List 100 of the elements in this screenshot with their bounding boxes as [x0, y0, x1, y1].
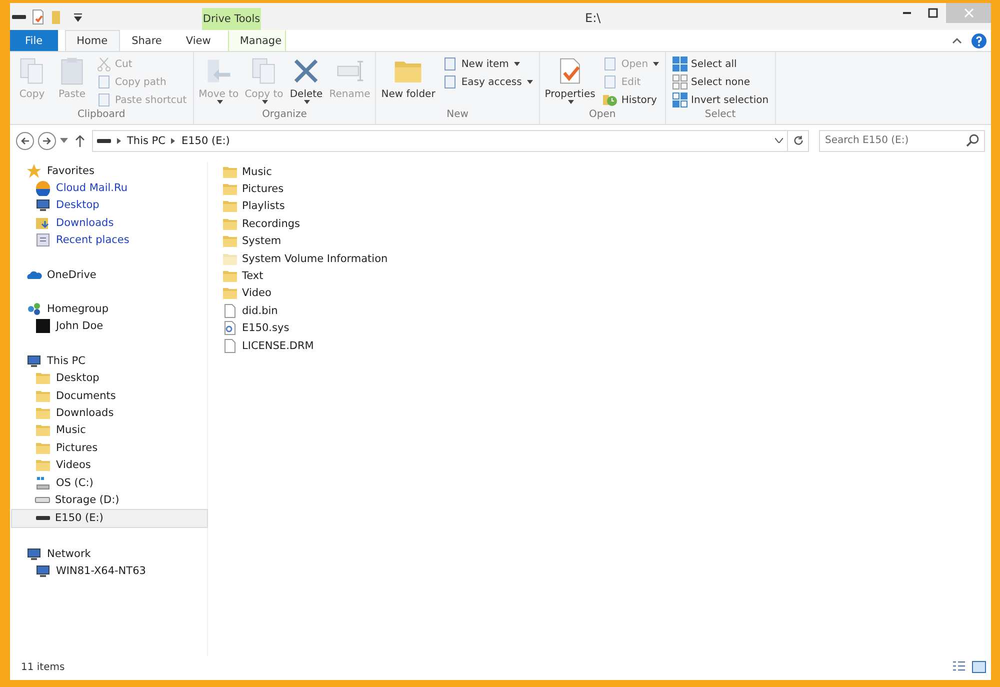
document-icon [602, 74, 618, 90]
nav-item[interactable]: Favorites [11, 162, 207, 180]
ribbon-tab[interactable]: File [10, 30, 58, 51]
star-icon [26, 162, 42, 179]
clock-folder-icon [602, 92, 618, 108]
nav-item[interactable]: Recent places [11, 232, 207, 249]
search-field[interactable]: Search E150 (E:) [819, 130, 985, 152]
breadcrumb[interactable]: This PC [127, 134, 166, 146]
refresh-icon [792, 135, 804, 146]
help-icon[interactable] [971, 32, 987, 48]
gear-file-icon [222, 320, 238, 336]
file-item[interactable]: Music [222, 163, 977, 180]
nav-item[interactable]: John Doe [11, 318, 207, 336]
caret-icon [653, 62, 660, 66]
document-icon [442, 74, 458, 90]
file-item[interactable]: did.bin [222, 302, 977, 320]
monitor-icon [26, 352, 42, 369]
grid-icon [672, 74, 688, 90]
address-bar[interactable]: This PC E150 (E:) [92, 130, 788, 152]
ribbon-button[interactable]: New item [439, 55, 536, 73]
nav-item[interactable]: Homegroup [11, 300, 207, 318]
drive-icon[interactable] [12, 14, 26, 18]
dropdown-caret-icon[interactable] [775, 138, 783, 143]
forward-button[interactable] [38, 132, 56, 150]
file-item[interactable]: Playlists [222, 198, 977, 216]
back-arrow-icon [20, 136, 30, 146]
file-icon [222, 302, 238, 319]
nav-item[interactable]: Downloads [11, 404, 207, 422]
document-icon [602, 56, 618, 72]
large-icons-view-icon[interactable] [971, 659, 987, 675]
nav-item[interactable]: OS (C:) [11, 474, 207, 492]
group-label: Select [704, 109, 737, 122]
caret-icon [514, 62, 520, 66]
ribbon-button[interactable]: Invert selection [669, 91, 772, 109]
nav-item[interactable]: Pictures [11, 439, 207, 456]
file-item[interactable]: Recordings [222, 215, 977, 233]
drive-icon [35, 496, 50, 503]
status-text: 11 items [21, 662, 65, 672]
maximize-icon [928, 8, 938, 18]
homegroup-icon [26, 301, 42, 318]
nav-item[interactable]: Network [11, 545, 207, 562]
drive-icon [36, 516, 50, 520]
file-item[interactable]: Pictures [222, 180, 977, 198]
ribbon-button[interactable]: History [599, 91, 662, 109]
globe-icon [35, 180, 51, 196]
up-arrow-icon[interactable] [75, 134, 85, 146]
file-icon [222, 338, 238, 354]
file-item[interactable]: LICENSE.DRM [222, 336, 977, 354]
ribbon-button[interactable]: Properties [542, 55, 598, 109]
ribbon-button[interactable]: Delete [287, 55, 326, 109]
nav-item[interactable]: This PC [11, 352, 207, 370]
document-icon [96, 74, 112, 90]
file-item[interactable]: System Volume Information [222, 250, 977, 268]
file-item[interactable]: E150.sys [222, 320, 977, 337]
nav-item[interactable]: Desktop [11, 370, 207, 387]
context-tab-header: Drive Tools [202, 8, 261, 30]
forward-arrow-icon [42, 136, 52, 146]
file-item[interactable]: Text [222, 267, 977, 285]
refresh-button[interactable] [787, 130, 809, 152]
minimize-icon [903, 12, 911, 14]
nav-item[interactable]: Desktop [11, 196, 207, 214]
ribbon-button[interactable]: Select all [669, 55, 772, 73]
recent-icon [35, 232, 51, 248]
ribbon-tab[interactable]: Home [64, 30, 120, 51]
file-item[interactable]: System [222, 232, 977, 250]
scissors-icon [96, 56, 112, 72]
ribbon-tab[interactable]: Manage [228, 30, 286, 51]
nav-item[interactable]: E150 (E:) [11, 508, 208, 528]
nav-item[interactable]: Cloud Mail.Ru [11, 179, 207, 197]
monitor-icon [26, 546, 42, 562]
window-title: E:\ [585, 11, 601, 25]
group-label: Open [588, 109, 617, 122]
breadcrumb[interactable]: E150 (E:) [181, 134, 230, 146]
caret-icon [262, 100, 268, 104]
ribbon-button[interactable]: New folder [379, 55, 438, 109]
recent-locations-caret-icon[interactable] [60, 138, 68, 143]
group-label: Clipboard [76, 109, 126, 122]
ribbon-tab[interactable]: Share [120, 30, 174, 51]
caret-icon [568, 100, 574, 104]
document-icon [96, 92, 112, 108]
ribbon-button[interactable]: Select none [669, 73, 772, 91]
ribbon-tab[interactable]: View [174, 30, 223, 51]
document-check-icon[interactable] [30, 8, 46, 24]
nav-item[interactable]: Music [11, 422, 207, 440]
monitor-icon [35, 563, 51, 580]
nav-item[interactable]: Documents [11, 386, 207, 404]
group-label: Organize [261, 109, 308, 122]
nav-item[interactable]: OneDrive [11, 266, 207, 284]
document-icon [442, 56, 458, 72]
nav-item[interactable]: Downloads [11, 214, 207, 232]
chevron-icon [117, 138, 121, 144]
back-button[interactable] [16, 132, 34, 150]
ribbon-button[interactable]: Easy access [439, 73, 536, 91]
file-item[interactable]: Video [222, 284, 977, 302]
nav-item[interactable]: Storage (D:) [11, 491, 207, 509]
drive-icon [35, 474, 51, 491]
nav-item[interactable]: WIN81-X64-NT63 [11, 562, 207, 580]
monitor-icon [35, 197, 51, 214]
chevron-icon [171, 138, 176, 144]
nav-item[interactable]: Videos [11, 456, 207, 474]
